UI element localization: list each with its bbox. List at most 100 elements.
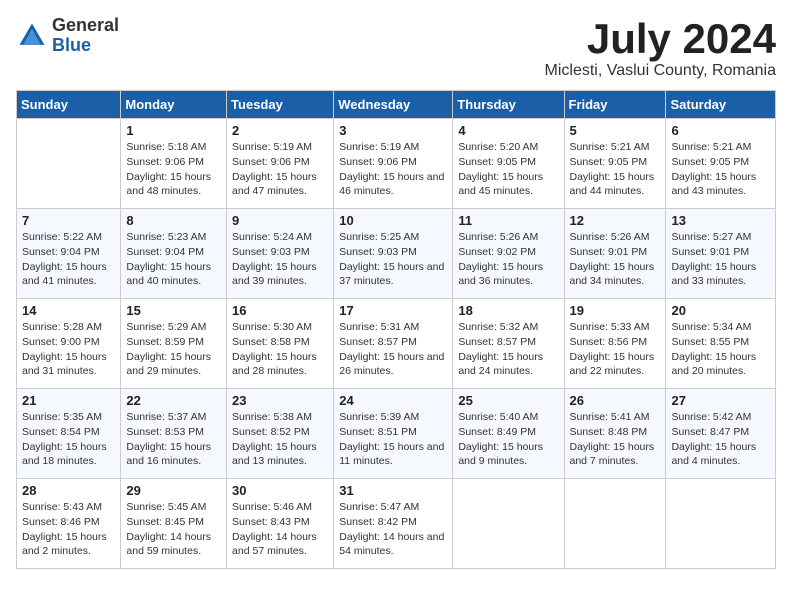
location-title: Miclesti, Vaslui County, Romania <box>545 62 777 80</box>
day-number: 14 <box>22 303 115 318</box>
calendar-week-row: 14 Sunrise: 5:28 AMSunset: 9:00 PMDayligh… <box>17 299 776 389</box>
calendar-cell: 2Sunrise: 5:19 AMSunset: 9:06 PMDaylight… <box>227 119 334 209</box>
month-title: July 2024 <box>545 16 777 62</box>
calendar-table: SundayMondayTuesdayWednesdayThursdayFrid… <box>16 90 776 569</box>
weekday-header: Wednesday <box>334 91 453 119</box>
day-info: Sunrise: 5:22 AMSunset: 9:04 PMDaylight:… <box>22 230 115 289</box>
calendar-cell: 5Sunrise: 5:21 AMSunset: 9:05 PMDaylight… <box>564 119 666 209</box>
calendar-cell: 20 Sunrise: 5:34 AMSunset: 8:55 PMDayligh… <box>666 299 776 389</box>
day-number: 26 <box>570 393 661 408</box>
logo-icon <box>16 20 48 52</box>
day-info: Sunrise: 5:20 AMSunset: 9:05 PMDaylight:… <box>458 140 558 199</box>
day-number: 5 <box>570 123 661 138</box>
calendar-cell: 27Sunrise: 5:42 AMSunset: 8:47 PMDayligh… <box>666 389 776 479</box>
weekday-header: Thursday <box>453 91 564 119</box>
day-number: 6 <box>671 123 770 138</box>
weekday-header: Friday <box>564 91 666 119</box>
day-info: Sunrise: 5:31 AMSunset: 8:57 PMDaylight:… <box>339 320 447 379</box>
day-number: 28 <box>22 483 115 498</box>
day-number: 8 <box>126 213 221 228</box>
day-info: Sunrise: 5:38 AMSunset: 8:52 PMDaylight:… <box>232 410 328 469</box>
page-header: General Blue July 2024 Miclesti, Vaslui … <box>16 16 776 80</box>
day-info: Sunrise: 5:41 AMSunset: 8:48 PMDaylight:… <box>570 410 661 469</box>
day-info: Sunrise: 5:24 AMSunset: 9:03 PMDaylight:… <box>232 230 328 289</box>
calendar-cell: 16 Sunrise: 5:30 AMSunset: 8:58 PMDayligh… <box>227 299 334 389</box>
weekday-header: Saturday <box>666 91 776 119</box>
calendar-cell <box>453 479 564 569</box>
day-info: Sunrise: 5:23 AMSunset: 9:04 PMDaylight:… <box>126 230 221 289</box>
day-info: Sunrise: 5:32 AMSunset: 8:57 PMDaylight:… <box>458 320 558 379</box>
day-info: Sunrise: 5:35 AMSunset: 8:54 PMDaylight:… <box>22 410 115 469</box>
day-number: 24 <box>339 393 447 408</box>
day-info: Sunrise: 5:25 AMSunset: 9:03 PMDaylight:… <box>339 230 447 289</box>
day-number: 13 <box>671 213 770 228</box>
day-number: 12 <box>570 213 661 228</box>
calendar-cell: 26 Sunrise: 5:41 AMSunset: 8:48 PMDayligh… <box>564 389 666 479</box>
calendar-cell: 25Sunrise: 5:40 AMSunset: 8:49 PMDayligh… <box>453 389 564 479</box>
calendar-cell: 24 Sunrise: 5:39 AMSunset: 8:51 PMDayligh… <box>334 389 453 479</box>
calendar-cell: 14 Sunrise: 5:28 AMSunset: 9:00 PMDayligh… <box>17 299 121 389</box>
day-number: 15 <box>126 303 221 318</box>
day-number: 23 <box>232 393 328 408</box>
calendar-cell: 11 Sunrise: 5:26 AMSunset: 9:02 PMDayligh… <box>453 209 564 299</box>
day-info: Sunrise: 5:26 AMSunset: 9:02 PMDaylight:… <box>458 230 558 289</box>
day-number: 21 <box>22 393 115 408</box>
day-info: Sunrise: 5:26 AMSunset: 9:01 PMDaylight:… <box>570 230 661 289</box>
day-info: Sunrise: 5:18 AMSunset: 9:06 PMDaylight:… <box>126 140 221 199</box>
day-number: 1 <box>126 123 221 138</box>
day-number: 17 <box>339 303 447 318</box>
calendar-cell <box>564 479 666 569</box>
day-info: Sunrise: 5:28 AMSunset: 9:00 PMDaylight:… <box>22 320 115 379</box>
day-info: Sunrise: 5:34 AMSunset: 8:55 PMDaylight:… <box>671 320 770 379</box>
day-info: Sunrise: 5:19 AMSunset: 9:06 PMDaylight:… <box>339 140 447 199</box>
day-info: Sunrise: 5:39 AMSunset: 8:51 PMDaylight:… <box>339 410 447 469</box>
calendar-cell: 13 Sunrise: 5:27 AMSunset: 9:01 PMDayligh… <box>666 209 776 299</box>
day-info: Sunrise: 5:30 AMSunset: 8:58 PMDaylight:… <box>232 320 328 379</box>
day-number: 2 <box>232 123 328 138</box>
calendar-cell: 1 Sunrise: 5:18 AMSunset: 9:06 PMDaylight… <box>121 119 227 209</box>
logo-general: General <box>52 15 119 35</box>
calendar-cell <box>666 479 776 569</box>
calendar-week-row: 7 Sunrise: 5:22 AMSunset: 9:04 PMDaylight… <box>17 209 776 299</box>
weekday-header: Sunday <box>17 91 121 119</box>
day-number: 3 <box>339 123 447 138</box>
day-info: Sunrise: 5:45 AMSunset: 8:45 PMDaylight:… <box>126 500 221 559</box>
day-number: 10 <box>339 213 447 228</box>
calendar-cell: 10 Sunrise: 5:25 AMSunset: 9:03 PMDayligh… <box>334 209 453 299</box>
calendar-cell: 28Sunrise: 5:43 AMSunset: 8:46 PMDayligh… <box>17 479 121 569</box>
day-number: 11 <box>458 213 558 228</box>
day-number: 7 <box>22 213 115 228</box>
calendar-cell: 9 Sunrise: 5:24 AMSunset: 9:03 PMDaylight… <box>227 209 334 299</box>
calendar-cell: 7 Sunrise: 5:22 AMSunset: 9:04 PMDaylight… <box>17 209 121 299</box>
logo: General Blue <box>16 16 119 56</box>
logo-text: General Blue <box>52 16 119 56</box>
calendar-cell: 19Sunrise: 5:33 AMSunset: 8:56 PMDayligh… <box>564 299 666 389</box>
calendar-cell: 12 Sunrise: 5:26 AMSunset: 9:01 PMDayligh… <box>564 209 666 299</box>
weekday-header: Monday <box>121 91 227 119</box>
weekday-header-row: SundayMondayTuesdayWednesdayThursdayFrid… <box>17 91 776 119</box>
calendar-cell: 8 Sunrise: 5:23 AMSunset: 9:04 PMDaylight… <box>121 209 227 299</box>
calendar-cell: 22Sunrise: 5:37 AMSunset: 8:53 PMDayligh… <box>121 389 227 479</box>
day-number: 16 <box>232 303 328 318</box>
calendar-week-row: 1 Sunrise: 5:18 AMSunset: 9:06 PMDaylight… <box>17 119 776 209</box>
weekday-header: Tuesday <box>227 91 334 119</box>
day-number: 25 <box>458 393 558 408</box>
calendar-cell: 31Sunrise: 5:47 AMSunset: 8:42 PMDayligh… <box>334 479 453 569</box>
calendar-cell: 29 Sunrise: 5:45 AMSunset: 8:45 PMDayligh… <box>121 479 227 569</box>
day-info: Sunrise: 5:27 AMSunset: 9:01 PMDaylight:… <box>671 230 770 289</box>
day-number: 9 <box>232 213 328 228</box>
day-info: Sunrise: 5:29 AMSunset: 8:59 PMDaylight:… <box>126 320 221 379</box>
day-number: 19 <box>570 303 661 318</box>
calendar-cell: 23 Sunrise: 5:38 AMSunset: 8:52 PMDayligh… <box>227 389 334 479</box>
calendar-cell: 3 Sunrise: 5:19 AMSunset: 9:06 PMDaylight… <box>334 119 453 209</box>
calendar-cell: 17 Sunrise: 5:31 AMSunset: 8:57 PMDayligh… <box>334 299 453 389</box>
calendar-cell: 21 Sunrise: 5:35 AMSunset: 8:54 PMDayligh… <box>17 389 121 479</box>
day-number: 20 <box>671 303 770 318</box>
calendar-cell: 30Sunrise: 5:46 AMSunset: 8:43 PMDayligh… <box>227 479 334 569</box>
calendar-cell: 6Sunrise: 5:21 AMSunset: 9:05 PMDaylight… <box>666 119 776 209</box>
day-number: 29 <box>126 483 221 498</box>
calendar-cell: 4 Sunrise: 5:20 AMSunset: 9:05 PMDaylight… <box>453 119 564 209</box>
calendar-week-row: 28Sunrise: 5:43 AMSunset: 8:46 PMDayligh… <box>17 479 776 569</box>
day-number: 4 <box>458 123 558 138</box>
day-number: 31 <box>339 483 447 498</box>
